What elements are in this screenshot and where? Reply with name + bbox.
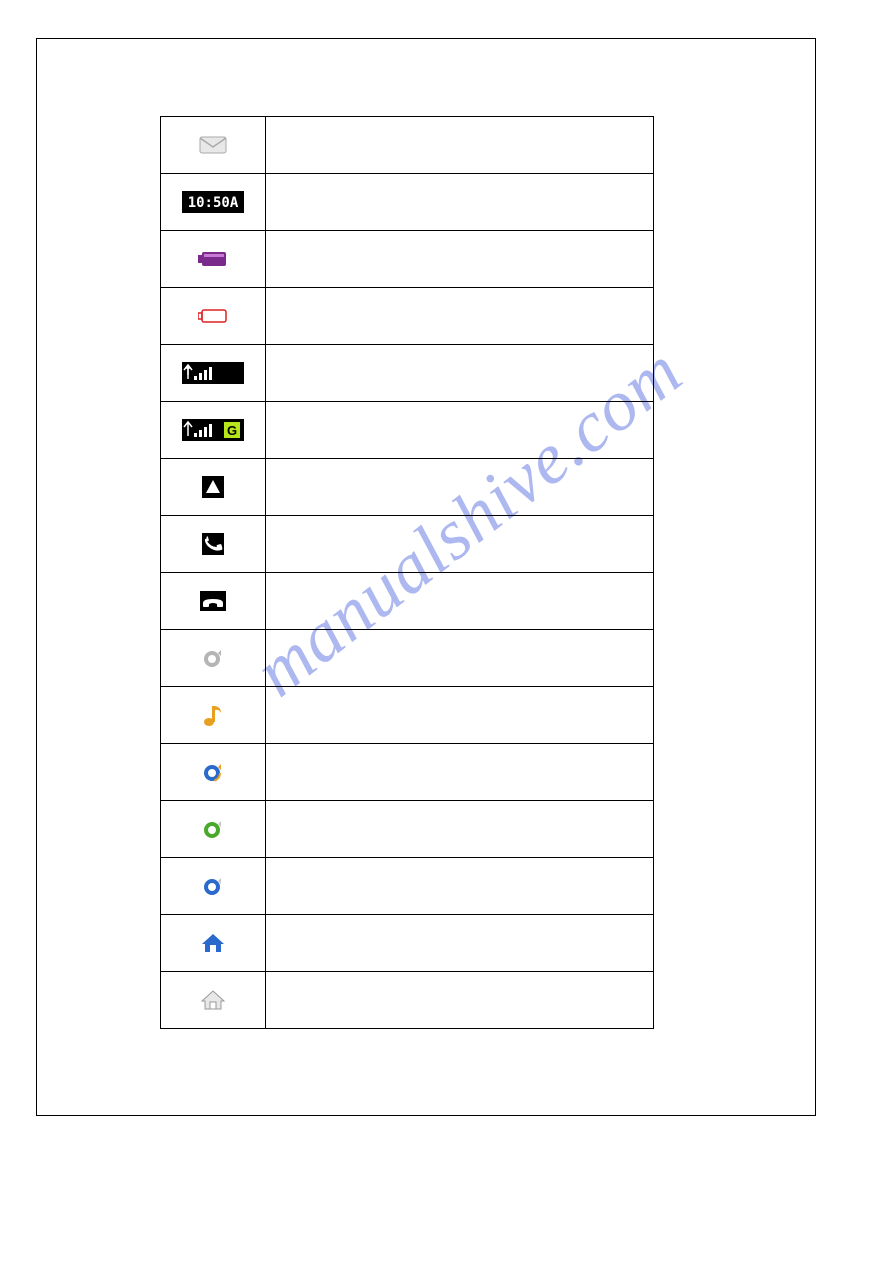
clock-icon: 10:50A bbox=[182, 191, 244, 213]
table-row bbox=[161, 231, 654, 288]
desc-cell bbox=[265, 858, 653, 915]
desc-cell bbox=[265, 117, 653, 174]
svg-text:G: G bbox=[227, 423, 237, 438]
ring-orange-icon bbox=[202, 761, 224, 783]
desc-cell bbox=[265, 744, 653, 801]
desc-cell bbox=[265, 402, 653, 459]
desc-cell bbox=[265, 972, 653, 1029]
battery-full-icon bbox=[198, 252, 228, 266]
desc-cell bbox=[265, 345, 653, 402]
home-outline-icon bbox=[200, 989, 226, 1011]
desc-cell bbox=[265, 630, 653, 687]
ring-green-icon bbox=[202, 818, 224, 840]
table-row bbox=[161, 687, 654, 744]
table-row: 10:50A bbox=[161, 174, 654, 231]
call-end-icon bbox=[200, 591, 226, 611]
ring-normal-icon bbox=[202, 647, 224, 669]
desc-cell bbox=[265, 801, 653, 858]
table-row bbox=[161, 972, 654, 1029]
desc-cell bbox=[265, 459, 653, 516]
desc-cell bbox=[265, 915, 653, 972]
signal-g-icon: G bbox=[182, 419, 244, 441]
table-row bbox=[161, 744, 654, 801]
desc-cell bbox=[265, 516, 653, 573]
table-row bbox=[161, 345, 654, 402]
table-row bbox=[161, 573, 654, 630]
battery-low-icon bbox=[198, 309, 228, 323]
table-row bbox=[161, 516, 654, 573]
ring-blue-icon bbox=[202, 875, 224, 897]
icon-legend-table: 10:50A bbox=[160, 116, 654, 1029]
home-blue-icon bbox=[200, 932, 226, 954]
table-row bbox=[161, 117, 654, 174]
table-row bbox=[161, 630, 654, 687]
desc-cell bbox=[265, 573, 653, 630]
table-row bbox=[161, 459, 654, 516]
signal-icon bbox=[182, 362, 244, 384]
desc-cell bbox=[265, 231, 653, 288]
roaming-icon bbox=[202, 476, 224, 498]
desc-cell bbox=[265, 174, 653, 231]
table-row bbox=[161, 288, 654, 345]
table-row: G bbox=[161, 402, 654, 459]
table-row bbox=[161, 915, 654, 972]
desc-cell bbox=[265, 288, 653, 345]
desc-cell bbox=[265, 687, 653, 744]
envelope-icon bbox=[199, 136, 227, 154]
svg-text:10:50A: 10:50A bbox=[188, 195, 239, 211]
table-row bbox=[161, 801, 654, 858]
call-active-icon bbox=[202, 533, 224, 555]
table-row bbox=[161, 858, 654, 915]
music-note-icon bbox=[203, 703, 223, 727]
